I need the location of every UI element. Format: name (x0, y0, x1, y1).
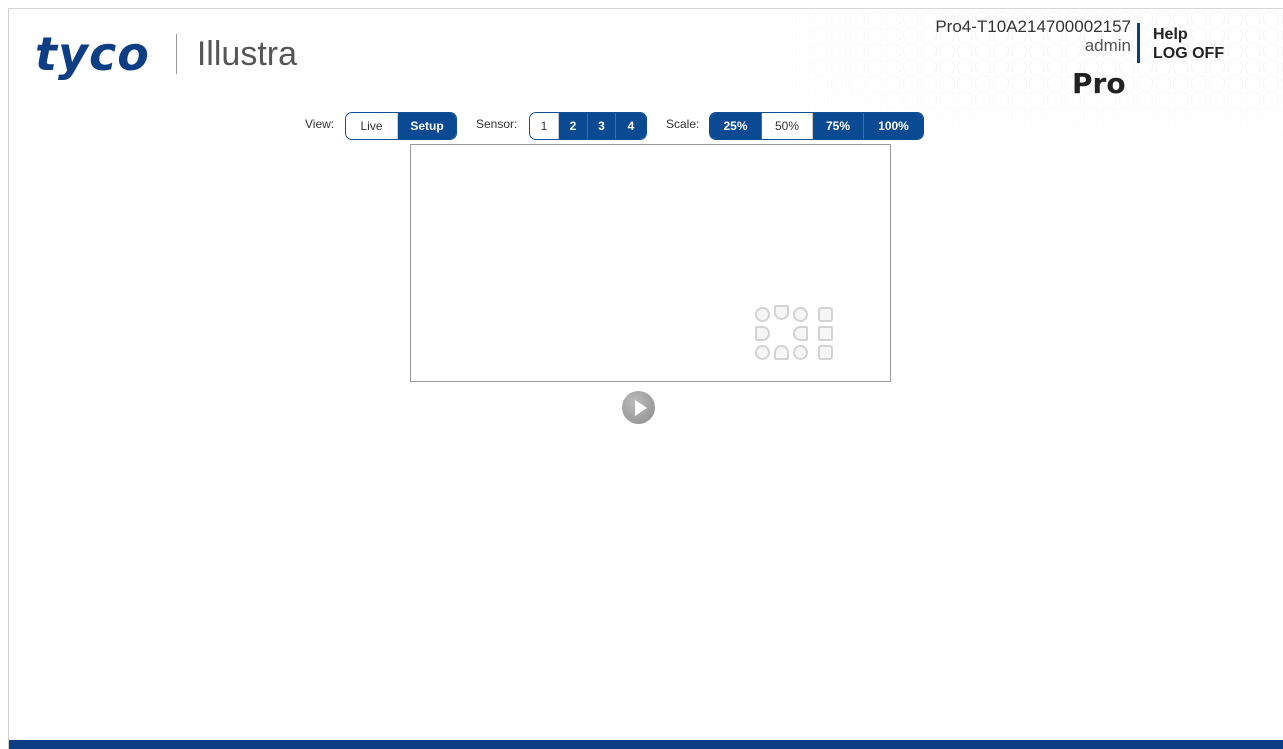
pan-left-icon[interactable] (755, 326, 770, 341)
model-badge: Pro (1072, 67, 1126, 100)
pan-down-right-icon[interactable] (793, 345, 808, 360)
sensor-4-button[interactable]: 4 (616, 113, 646, 139)
view-setup-button[interactable]: Setup (398, 113, 456, 139)
ptz-control-pad (755, 305, 835, 365)
scale-25-button[interactable]: 25% (710, 113, 762, 139)
header-divider (1137, 23, 1140, 63)
help-link[interactable]: Help (1153, 25, 1224, 44)
device-info: Pro4-T10A214700002157 admin (935, 17, 1131, 55)
zoom-out-icon[interactable] (818, 345, 833, 360)
view-live-button[interactable]: Live (346, 113, 398, 139)
pan-up-right-icon[interactable] (793, 307, 808, 322)
view-label: View: (305, 117, 335, 131)
stop-icon[interactable] (818, 326, 833, 341)
illustra-logo: Illustra (196, 35, 297, 73)
scale-100-button[interactable]: 100% (864, 113, 923, 139)
view-toolbar: View: Live Setup Sensor: 1 2 3 4 Scale: … (9, 110, 1283, 142)
sensor-label: Sensor: (476, 117, 518, 131)
scale-75-button[interactable]: 75% (813, 113, 864, 139)
footer-bar (9, 740, 1283, 749)
tyco-logo: tyco (35, 27, 150, 81)
logo-divider (175, 34, 177, 74)
pan-down-left-icon[interactable] (755, 345, 770, 360)
pan-up-icon[interactable] (774, 305, 789, 320)
video-viewport[interactable] (410, 144, 891, 382)
user-name: admin (1084, 36, 1131, 55)
play-button[interactable] (622, 391, 655, 424)
zoom-in-icon[interactable] (818, 307, 833, 322)
pan-right-icon[interactable] (793, 326, 808, 341)
scale-selector: 25% 50% 75% 100% (709, 112, 924, 140)
header-links: Help LOG OFF (1153, 25, 1224, 63)
brand-logo: tyco Illustra (35, 31, 297, 77)
scale-50-button[interactable]: 50% (762, 113, 813, 139)
sensor-1-button[interactable]: 1 (530, 113, 559, 139)
pan-up-left-icon[interactable] (755, 307, 770, 322)
view-selector: Live Setup (345, 112, 457, 140)
device-name: Pro4-T10A214700002157 (935, 17, 1131, 36)
pan-down-icon[interactable] (774, 345, 789, 360)
scale-label: Scale: (666, 117, 700, 131)
sensor-2-button[interactable]: 2 (559, 113, 588, 139)
play-icon (634, 399, 647, 416)
logoff-link[interactable]: LOG OFF (1153, 44, 1224, 63)
sensor-3-button[interactable]: 3 (588, 113, 616, 139)
sensor-selector: 1 2 3 4 (529, 112, 647, 140)
app-frame: tyco Illustra Pro4-T10A214700002157 admi… (8, 8, 1283, 749)
